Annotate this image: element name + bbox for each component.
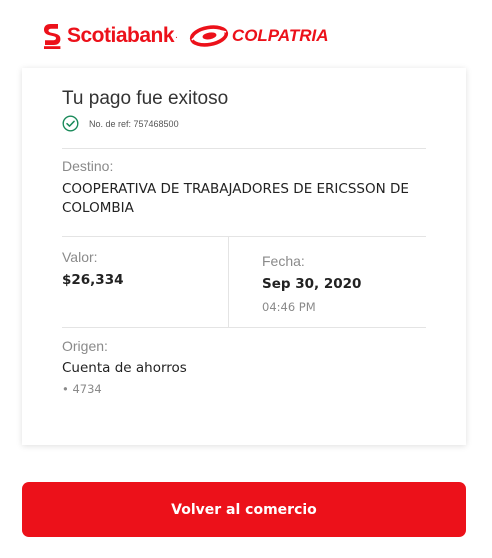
page-title: Tu pago fue exitoso — [62, 88, 229, 109]
colpatria-logo: COLPATRIA — [189, 25, 329, 47]
receipt-card: Tu pago fue exitoso No. de ref: 75746850… — [22, 68, 466, 445]
brand-header: Scotiabank . COLPATRIA — [42, 20, 329, 52]
payment-confirmation-page: Scotiabank . COLPATRIA Tu pago fue exito… — [0, 0, 492, 558]
fecha-time: 04:46 PM — [262, 300, 316, 314]
origen-label: Origen: — [62, 338, 108, 354]
destino-value: COOPERATIVA DE TRABAJADORES DE ERICSSON … — [62, 181, 409, 216]
divider — [62, 236, 426, 237]
colpatria-swirl-icon — [189, 25, 229, 47]
reference-row: No. de ref: 757468500 — [62, 115, 179, 132]
scotiabank-s-icon — [44, 24, 61, 49]
fecha-label: Fecha: — [262, 253, 305, 269]
scotiabank-wordmark: Scotiabank — [67, 24, 175, 47]
reference-number: No. de ref: 757468500 — [89, 118, 179, 129]
origen-account-number: • 4734 — [62, 382, 102, 396]
scotiabank-registered-mark: . — [175, 31, 178, 41]
divider — [62, 148, 426, 149]
check-circle-icon — [62, 115, 79, 132]
colpatria-wordmark: COLPATRIA — [231, 26, 329, 45]
return-to-merchant-button[interactable]: Volver al comercio — [22, 482, 466, 537]
valor-label: Valor: — [62, 249, 98, 265]
scotiabank-logo: Scotiabank . — [42, 23, 178, 49]
fecha-date: Sep 30, 2020 — [262, 276, 362, 292]
valor-amount: $26,334 — [62, 272, 124, 288]
origen-account-type: Cuenta de ahorros — [62, 360, 187, 376]
destino-label: Destino: — [62, 158, 114, 174]
divider — [62, 327, 426, 328]
vertical-divider — [228, 236, 229, 327]
